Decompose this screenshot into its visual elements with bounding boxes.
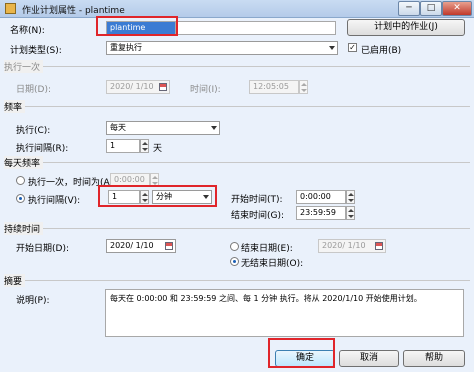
frequency-interval-spinner[interactable] [140,139,149,153]
daily-frequency-section-label: 每天频率 [4,156,44,169]
frequency-interval-label: 执行间隔(R): [16,144,69,154]
frequency-section-label: 频率 [4,100,26,113]
start-time-label: 开始时间(T): [231,195,283,205]
one-time-time-input[interactable]: 12:05:05 [249,80,299,94]
annotation-box-ok [268,338,335,368]
maximize-button[interactable]: □ [420,1,442,16]
run-interval-label: 执行间隔(V): [28,196,81,206]
frequency-section: 频率 [4,100,470,113]
chevron-down-icon [329,46,335,50]
enabled-label: 已启用(B) [361,46,402,56]
end-date-value: 2020/ 1/10 [322,241,366,250]
run-once-radio[interactable] [16,176,25,185]
calendar-icon [159,83,167,91]
name-input-extension[interactable] [176,21,336,35]
name-label: 名称(N): [10,26,45,36]
summary-textbox[interactable]: 每天在 0:00:00 和 23:59:59 之间、每 1 分钟 执行。将从 2… [105,289,464,337]
close-button[interactable]: ✕ [442,1,472,16]
app-icon [5,3,16,14]
one-time-section-label: 执行一次 [4,60,44,73]
execute-select[interactable]: 每天 [106,121,220,135]
end-date-radio[interactable] [230,242,239,251]
summary-section-label: 摘要 [4,274,26,287]
summary-section: 摘要 [4,274,470,287]
end-date-label: 结束日期(E): [241,244,293,254]
end-date-picker[interactable]: 2020/ 1/10 [318,239,386,253]
plan-type-value: 重复执行 [110,43,142,52]
run-interval-radio[interactable] [16,194,25,203]
frequency-interval-unit: 天 [153,144,163,154]
annotation-box-name [96,16,178,36]
plan-type-select[interactable]: 重复执行 [106,41,338,55]
start-date-picker[interactable]: 2020/ 1/10 [106,239,176,253]
calendar-icon [165,242,173,250]
title-bar[interactable]: 作业计划属性 - plantime ─ □ ✕ [0,0,474,18]
execute-value: 每天 [110,123,126,132]
minimize-button[interactable]: ─ [398,1,420,16]
start-time-input[interactable]: 0:00:00 [296,190,346,204]
no-end-date-label: 无结束日期(O): [241,259,304,269]
window-title: 作业计划属性 - plantime [22,6,125,16]
scheduled-jobs-button[interactable]: 计划中的作业(J) [347,19,465,36]
start-time-spinner[interactable] [346,190,355,204]
one-time-time-spinner[interactable] [299,80,308,94]
summary-text: 每天在 0:00:00 和 23:59:59 之间、每 1 分钟 执行。将从 2… [110,294,422,303]
one-time-time-label: 时间(I): [190,85,221,95]
enabled-checkbox[interactable]: ✓ [348,43,357,52]
frequency-interval-input[interactable]: 1 [106,139,140,153]
one-time-section: 执行一次 [4,60,470,73]
one-time-date-picker[interactable]: 2020/ 1/10 [106,80,170,94]
no-end-date-radio[interactable] [230,257,239,266]
plan-type-label: 计划类型(S): [10,46,62,56]
annotation-box-interval [98,185,217,207]
one-time-date-value: 2020/ 1/10 [110,82,154,91]
start-date-label: 开始日期(D): [16,244,69,254]
calendar-icon [375,242,383,250]
execute-label: 执行(C): [16,126,51,136]
daily-frequency-section: 每天频率 [4,156,470,169]
start-date-value: 2020/ 1/10 [110,241,154,250]
duration-section: 持续时间 [4,222,470,235]
chevron-down-icon [211,126,217,130]
end-time-label: 结束时间(G): [231,211,285,221]
duration-section-label: 持续时间 [4,222,44,235]
end-time-spinner[interactable] [346,206,355,220]
help-button[interactable]: 帮助 [403,350,465,367]
cancel-button[interactable]: 取消 [339,350,399,367]
description-label: 说明(P): [16,296,50,306]
end-time-input[interactable]: 23:59:59 [296,206,346,220]
one-time-date-label: 日期(D): [16,85,51,95]
